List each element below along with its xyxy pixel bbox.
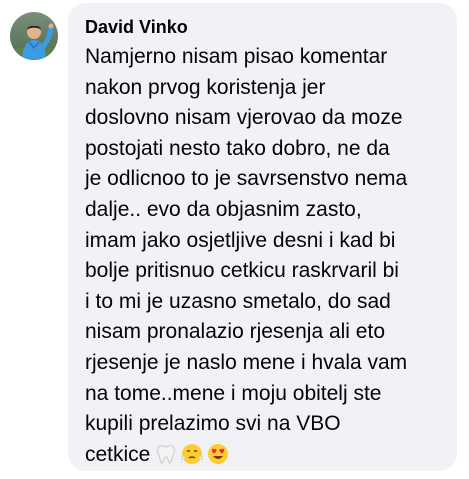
comment-author-name[interactable]: David Vinko <box>85 16 445 38</box>
heart-eyes-icon <box>206 442 230 466</box>
avatar-image <box>10 12 58 60</box>
comment-bubble: David Vinko Namjerno nisam pisao komenta… <box>68 3 457 471</box>
comment-text: Namjerno nisam pisao komentar nakon prvo… <box>85 45 408 466</box>
comment-emojis <box>154 442 230 466</box>
avatar[interactable] <box>10 12 58 60</box>
comment-body: Namjerno nisam pisao komentar nakon prvo… <box>85 42 445 470</box>
face-with-steam-icon <box>180 442 204 466</box>
tooth-icon <box>154 442 178 466</box>
